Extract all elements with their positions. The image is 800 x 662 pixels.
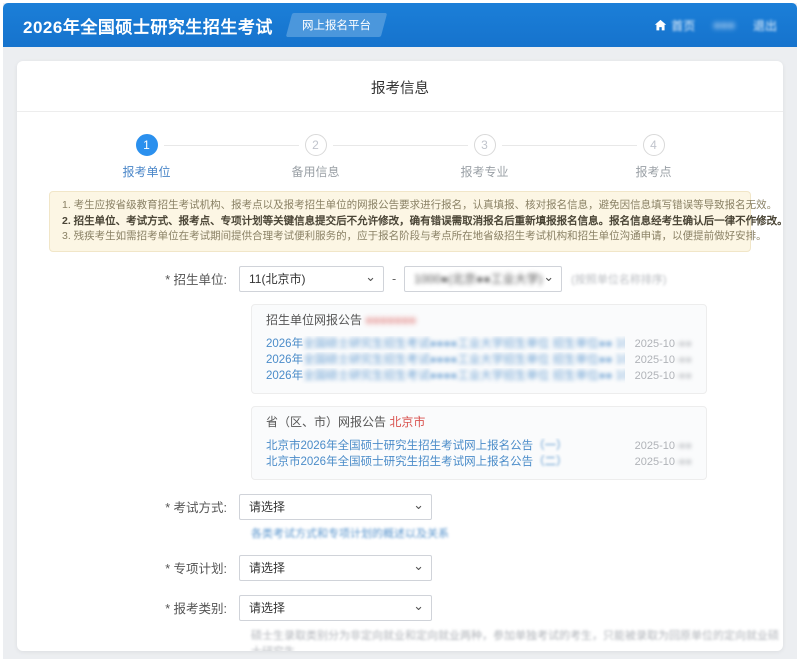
unit-province-select[interactable]: 11(北京市) xyxy=(239,266,384,292)
step-2-label: 备用信息 xyxy=(231,163,400,180)
special-plan-row: * 专项计划: 请选择 xyxy=(17,555,783,581)
unit-sort-hint: (按照单位名称排序) xyxy=(571,271,666,287)
main-panel: 报考信息 1 报考单位 2 备用信息 3 报考专业 4 报考点 1. 考生应按省… xyxy=(17,61,783,651)
unit-province-value: 11(北京市) xyxy=(249,270,305,287)
exam-mode-value: 请选择 xyxy=(249,498,285,515)
step-exam-site[interactable]: 4 报考点 xyxy=(569,134,738,180)
category-label: * 报考类别: xyxy=(17,598,239,617)
province-notices-title-text: 省（区、市）网报公告 xyxy=(266,415,386,429)
unit-notice-date-2: 2025-10-●● xyxy=(635,352,692,368)
exam-mode-help-link[interactable]: 各类考试方式和专项计划的概述以及关系 xyxy=(251,525,783,541)
step-4-label: 报考点 xyxy=(569,163,738,180)
unit-notice-link-3[interactable]: 2026年全国硕士研究生招生考试●●●●工业大学招生单位 招生单位●● 1000… xyxy=(266,368,625,384)
unit-notice-date-3: 2025-10-●● xyxy=(635,368,692,384)
unit-school-value: 1000●(北京●●工业大学) xyxy=(414,270,542,287)
unit-notice-link-2[interactable]: 2026年全国硕士研究生招生考试●●●●工业大学招生单位 招生单位●● 1000… xyxy=(266,352,625,368)
province-notice-link-1[interactable]: 北京市2026年全国硕士研究生招生考试网上报名公告（一） xyxy=(266,438,625,454)
notice-line-2: 2. 招生单位、考试方式、报考点、专项计划等关键信息提交后不允许修改，确有错误需… xyxy=(62,214,738,230)
unit-row: * 招生单位: 11(北京市) - 1000●(北京●●工业大学) (按照单位名… xyxy=(17,266,783,292)
unit-notices-title-text: 招生单位网报公告 xyxy=(266,313,362,327)
unit-school-select[interactable]: 1000●(北京●●工业大学) xyxy=(404,266,562,292)
category-value: 请选择 xyxy=(249,599,285,616)
exam-mode-label: * 考试方式: xyxy=(17,497,239,516)
unit-notice-link-1[interactable]: 2026年全国硕士研究生招生考试●●●●工业大学招生单位 招生单位●● 1000… xyxy=(266,336,625,352)
province-notice-row: 北京市2026年全国硕士研究生招生考试网上报名公告（二） 2025-10-●● xyxy=(266,454,692,470)
category-hint: 硕士生录取类别分为非定向就业和定向就业两种，参加单独考试的考生，只能被录取为回原… xyxy=(251,627,783,652)
notice-line-1: 1. 考生应按省级教育招生考试机构、报考点以及报考招生单位的网报公告要求进行报名… xyxy=(62,198,738,214)
nav-username[interactable]: ●●● xyxy=(713,18,735,32)
step-4-circle: 4 xyxy=(643,134,665,156)
step-2-circle: 2 xyxy=(305,134,327,156)
province-notice-date-1: 2025-10-●● xyxy=(635,438,692,454)
step-backup-info[interactable]: 2 备用信息 xyxy=(231,134,400,180)
province-notices-list: 北京市2026年全国硕士研究生招生考试网上报名公告（一） 2025-10-●● … xyxy=(266,438,692,470)
step-1-label: 报考单位 xyxy=(62,163,231,180)
application-window: 2026年全国硕士研究生招生考试 网上报名平台 首页 ●●● 退出 报考信息 xyxy=(3,3,797,659)
step-unit[interactable]: 1 报考单位 xyxy=(62,134,231,180)
province-notice-link-2[interactable]: 北京市2026年全国硕士研究生招生考试网上报名公告（二） xyxy=(266,454,625,470)
home-icon xyxy=(654,19,667,32)
platform-badge: 网上报名平台 xyxy=(286,13,387,37)
step-indicator: 1 报考单位 2 备用信息 3 报考专业 4 报考点 xyxy=(17,112,783,180)
notice-line-3: 3. 残疾考生如需招考单位在考试期间提供合理考试便利服务的，应于报名阶段与考点所… xyxy=(62,229,738,245)
header-nav: 首页 ●●● 退出 xyxy=(636,17,777,34)
step-major[interactable]: 3 报考专业 xyxy=(400,134,569,180)
exam-mode-select[interactable]: 请选择 xyxy=(239,494,432,520)
top-header: 2026年全国硕士研究生招生考试 网上报名平台 首页 ●●● 退出 xyxy=(3,3,797,47)
exam-mode-row: * 考试方式: 请选择 xyxy=(17,494,783,520)
unit-notice-row: 2026年全国硕士研究生招生考试●●●●工业大学招生单位 招生单位●● 1000… xyxy=(266,336,692,352)
step-3-circle: 3 xyxy=(474,134,496,156)
province-notice-row: 北京市2026年全国硕士研究生招生考试网上报名公告（一） 2025-10-●● xyxy=(266,438,692,454)
nav-logout[interactable]: 退出 xyxy=(753,17,777,34)
unit-separator: - xyxy=(392,272,396,286)
page-title: 报考信息 xyxy=(17,61,783,112)
unit-notices-title-extra: ●●●●●●● xyxy=(365,313,416,327)
category-select[interactable]: 请选择 xyxy=(239,595,432,621)
unit-notices-panel: 招生单位网报公告 ●●●●●●● 2026年全国硕士研究生招生考试●●●●工业大… xyxy=(251,304,707,394)
notice-box: 1. 考生应按省级教育招生考试机构、报考点以及报考招生单位的网报公告要求进行报名… xyxy=(49,191,751,252)
unit-notices-title: 招生单位网报公告 ●●●●●●● xyxy=(266,313,692,328)
app-title: 2026年全国硕士研究生招生考试 xyxy=(23,13,273,38)
special-plan-label: * 专项计划: xyxy=(17,558,239,577)
nav-home[interactable]: 首页 xyxy=(654,17,695,34)
unit-notice-date-1: 2025-10-●● xyxy=(635,336,692,352)
special-plan-select[interactable]: 请选择 xyxy=(239,555,432,581)
nav-logout-label: 退出 xyxy=(753,17,777,34)
step-1-circle: 1 xyxy=(136,134,158,156)
special-plan-value: 请选择 xyxy=(249,559,285,576)
unit-label: * 招生单位: xyxy=(17,269,239,288)
province-notices-region: 北京市 xyxy=(389,415,425,429)
province-notices-title: 省（区、市）网报公告 北京市 xyxy=(266,415,692,430)
nav-home-label: 首页 xyxy=(671,17,695,34)
unit-notice-row: 2026年全国硕士研究生招生考试●●●●工业大学招生单位 招生单位●● 1000… xyxy=(266,368,692,384)
platform-badge-label: 网上报名平台 xyxy=(302,17,371,33)
nav-username-label: ●●● xyxy=(713,18,735,32)
category-row: * 报考类别: 请选择 xyxy=(17,595,783,621)
province-notice-date-2: 2025-10-●● xyxy=(635,454,692,470)
step-3-label: 报考专业 xyxy=(400,163,569,180)
province-notices-panel: 省（区、市）网报公告 北京市 北京市2026年全国硕士研究生招生考试网上报名公告… xyxy=(251,406,707,480)
unit-notices-list: 2026年全国硕士研究生招生考试●●●●工业大学招生单位 招生单位●● 1000… xyxy=(266,336,692,384)
unit-notice-row: 2026年全国硕士研究生招生考试●●●●工业大学招生单位 招生单位●● 1000… xyxy=(266,352,692,368)
